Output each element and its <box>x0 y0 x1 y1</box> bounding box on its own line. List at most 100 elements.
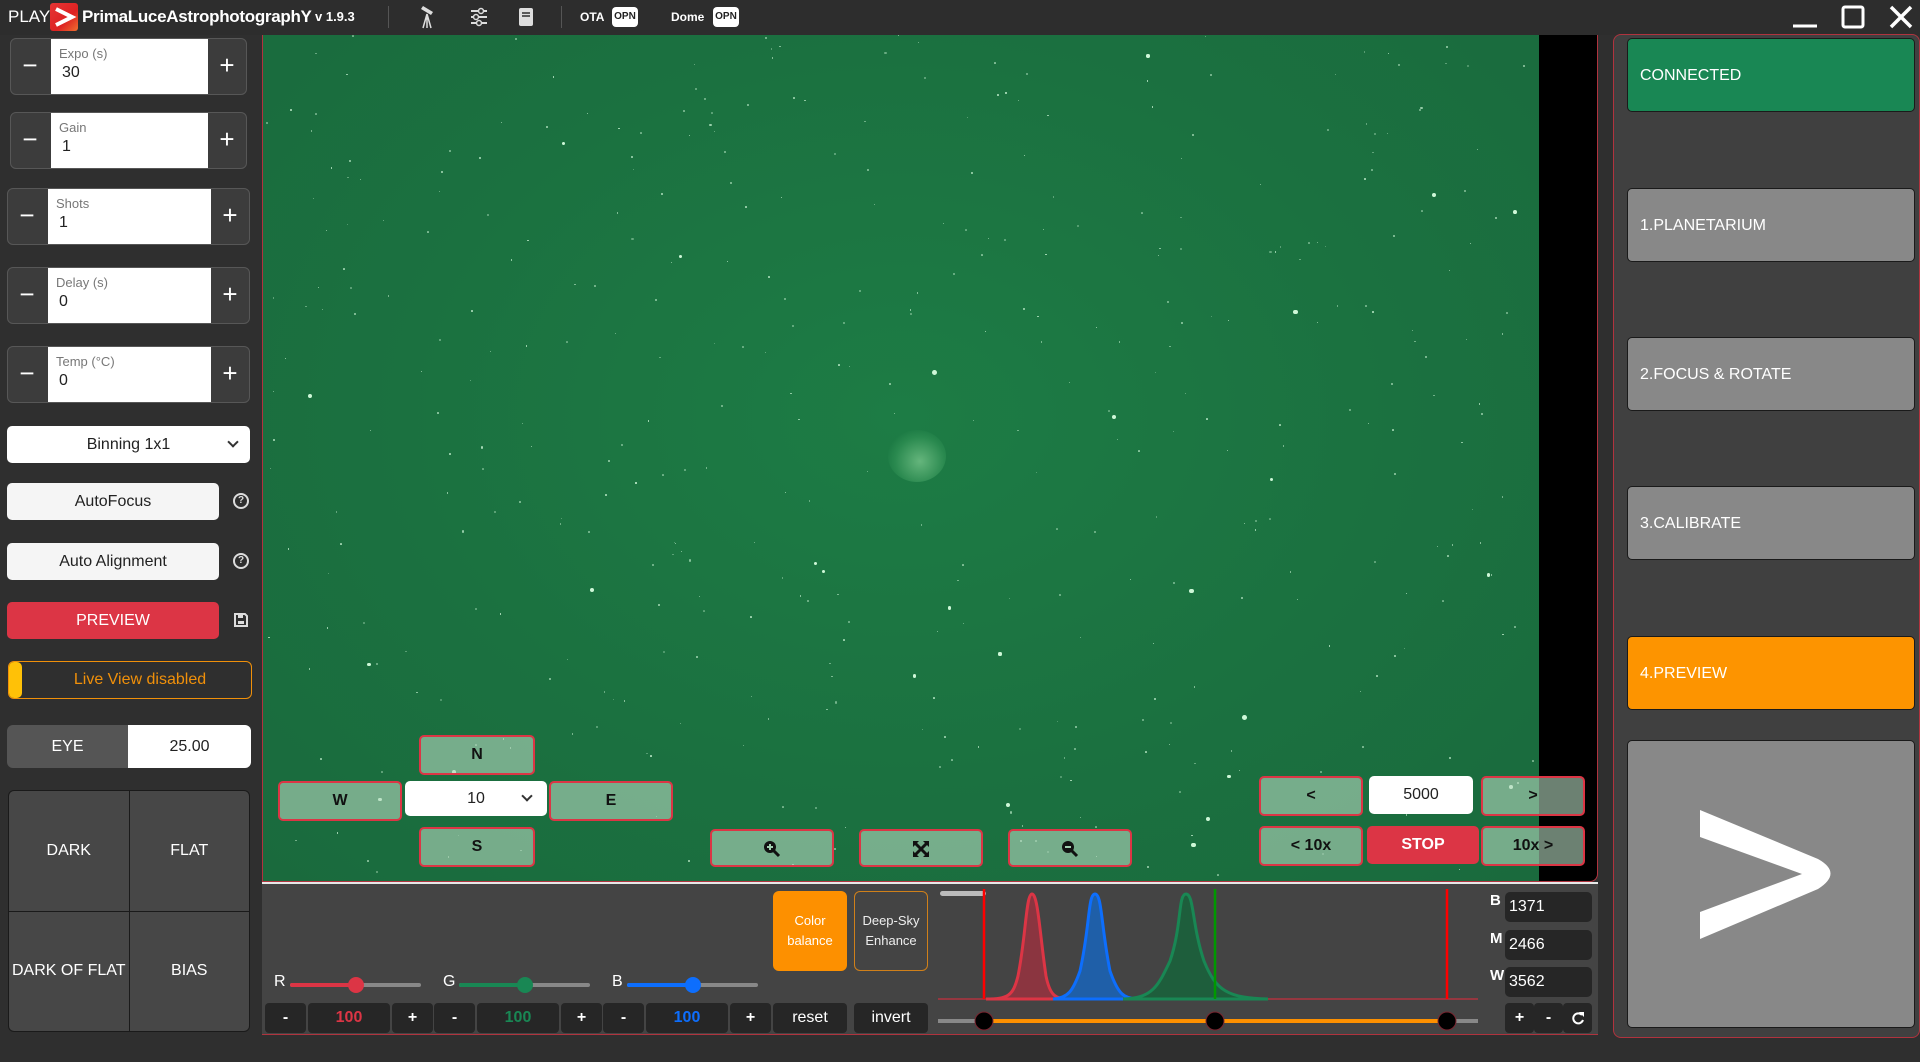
mid-point-handle[interactable] <box>1205 1011 1225 1031</box>
blue-increment-button[interactable]: + <box>730 1003 771 1033</box>
mid-point-input[interactable]: 2466 <box>1505 930 1592 960</box>
zoom-out-button[interactable] <box>1008 829 1132 867</box>
auto-alignment-help-icon[interactable]: ? <box>233 553 249 569</box>
gain-value[interactable]: 1 <box>62 138 71 156</box>
connected-button[interactable]: CONNECTED <box>1627 38 1915 112</box>
autofocus-help-icon[interactable]: ? <box>233 493 249 509</box>
histogram[interactable] <box>938 886 1478 1032</box>
temperature-increment-button[interactable]: + <box>211 347 249 402</box>
histogram-scrollbar[interactable] <box>940 891 986 896</box>
south-button[interactable]: S <box>419 827 535 867</box>
star <box>848 366 850 368</box>
reset-button[interactable]: reset <box>773 1003 847 1033</box>
preview-button[interactable]: PREVIEW <box>7 602 219 639</box>
gain-increment-button[interactable]: + <box>208 113 246 168</box>
next-step-button[interactable] <box>1627 740 1915 1028</box>
star <box>1146 866 1149 869</box>
shots-value[interactable]: 1 <box>59 214 68 232</box>
dome-status-badge[interactable]: OPN <box>713 7 739 27</box>
red-decrement-button[interactable]: - <box>265 1003 306 1033</box>
zoom-in-button[interactable] <box>710 829 834 867</box>
red-slider[interactable] <box>290 977 421 993</box>
star <box>266 121 269 124</box>
autofocus-button[interactable]: AutoFocus <box>7 483 219 520</box>
temperature-input[interactable]: Temp (°C) 0 <box>48 347 211 402</box>
live-view-toggle[interactable]: Live View disabled <box>8 661 252 699</box>
exposure-decrement-button[interactable]: − <box>11 39 49 94</box>
step-select[interactable]: 10 <box>405 781 547 816</box>
planetarium-step-button[interactable]: 1.PLANETARIUM <box>1627 188 1915 262</box>
blue-slider-thumb[interactable] <box>684 977 701 993</box>
focus-step-back-button[interactable]: < <box>1259 776 1363 816</box>
bias-button[interactable]: BIAS <box>129 911 249 1031</box>
delay-decrement-button[interactable]: − <box>8 268 46 323</box>
image-viewer[interactable]: N W 10 E S < 5000 > < 10x STOP 10x > <box>262 35 1598 882</box>
white-point-input[interactable]: 3562 <box>1505 967 1592 997</box>
green-slider-thumb[interactable] <box>516 977 533 993</box>
binning-select[interactable]: Binning 1x1 <box>7 426 250 463</box>
delay-increment-button[interactable]: + <box>211 268 249 323</box>
red-increment-button[interactable]: + <box>392 1003 433 1033</box>
focus-step-forward-10x-button[interactable]: 10x > <box>1481 826 1585 866</box>
temperature-decrement-button[interactable]: − <box>8 347 46 402</box>
exposure-input[interactable]: Expo (s) 30 <box>51 39 208 94</box>
exposure-value[interactable]: 30 <box>62 64 80 82</box>
focus-stop-button[interactable]: STOP <box>1367 826 1479 864</box>
save-icon[interactable] <box>233 612 249 633</box>
star <box>771 57 774 60</box>
histogram-zoom-in-button[interactable]: + <box>1505 1003 1534 1033</box>
delay-value[interactable]: 0 <box>59 293 68 311</box>
close-button[interactable] <box>1881 2 1920 32</box>
blue-decrement-button[interactable]: - <box>603 1003 644 1033</box>
sliders-icon[interactable] <box>466 5 492 29</box>
flat-button[interactable]: FLAT <box>129 791 249 911</box>
blue-slider[interactable] <box>627 977 758 993</box>
ota-status-badge[interactable]: OPN <box>612 7 638 27</box>
maximize-button[interactable] <box>1833 2 1873 32</box>
shots-increment-button[interactable]: + <box>211 189 249 244</box>
histogram-zoom-out-button[interactable]: - <box>1534 1003 1563 1033</box>
green-decrement-button[interactable]: - <box>434 1003 475 1033</box>
red-value[interactable]: 100 <box>308 1003 390 1033</box>
delay-input[interactable]: Delay (s) 0 <box>48 268 211 323</box>
blue-value[interactable]: 100 <box>646 1003 728 1033</box>
preview-step-button[interactable]: 4.PREVIEW <box>1627 636 1915 710</box>
book-icon[interactable] <box>513 5 539 29</box>
green-slider[interactable] <box>459 977 590 993</box>
gain-input[interactable]: Gain 1 <box>51 113 208 168</box>
red-slider-thumb[interactable] <box>347 977 364 993</box>
focus-step-back-10x-button[interactable]: < 10x <box>1259 826 1363 866</box>
north-button[interactable]: N <box>419 735 535 775</box>
west-button[interactable]: W <box>278 781 402 821</box>
star <box>420 370 423 372</box>
green-increment-button[interactable]: + <box>561 1003 602 1033</box>
eye-value-input[interactable]: 25.00 <box>128 725 251 768</box>
focus-position-input[interactable]: 5000 <box>1369 776 1473 814</box>
dark-button[interactable]: DARK <box>9 791 129 911</box>
black-point-input[interactable]: 1371 <box>1505 892 1592 922</box>
shots-decrement-button[interactable]: − <box>8 189 46 244</box>
histogram-reset-button[interactable] <box>1563 1003 1592 1033</box>
focus-step-forward-button[interactable]: > <box>1481 776 1585 816</box>
auto-alignment-button[interactable]: Auto Alignment <box>7 543 219 580</box>
star <box>1024 155 1026 157</box>
exposure-increment-button[interactable]: + <box>208 39 246 94</box>
fit-to-screen-button[interactable] <box>859 829 983 867</box>
calibrate-step-button[interactable]: 3.CALIBRATE <box>1627 486 1915 560</box>
temperature-value[interactable]: 0 <box>59 372 68 390</box>
focus-rotate-step-button[interactable]: 2.FOCUS & ROTATE <box>1627 337 1915 411</box>
shots-input[interactable]: Shots 1 <box>48 189 211 244</box>
east-button[interactable]: E <box>549 781 673 821</box>
binning-value: Binning 1x1 <box>86 436 171 453</box>
telescope-icon[interactable] <box>415 5 441 29</box>
deep-sky-enhance-button[interactable]: Deep-Sky Enhance <box>854 891 928 971</box>
dark-of-flat-button[interactable]: DARK OF FLAT <box>9 911 129 1031</box>
black-point-handle[interactable] <box>974 1011 994 1031</box>
invert-button[interactable]: invert <box>854 1003 928 1033</box>
color-balance-button[interactable]: Color balance <box>773 891 847 971</box>
minimize-button[interactable] <box>1785 2 1825 32</box>
white-point-handle[interactable] <box>1437 1011 1457 1031</box>
star <box>1210 315 1212 317</box>
green-value[interactable]: 100 <box>477 1003 559 1033</box>
gain-decrement-button[interactable]: − <box>11 113 49 168</box>
